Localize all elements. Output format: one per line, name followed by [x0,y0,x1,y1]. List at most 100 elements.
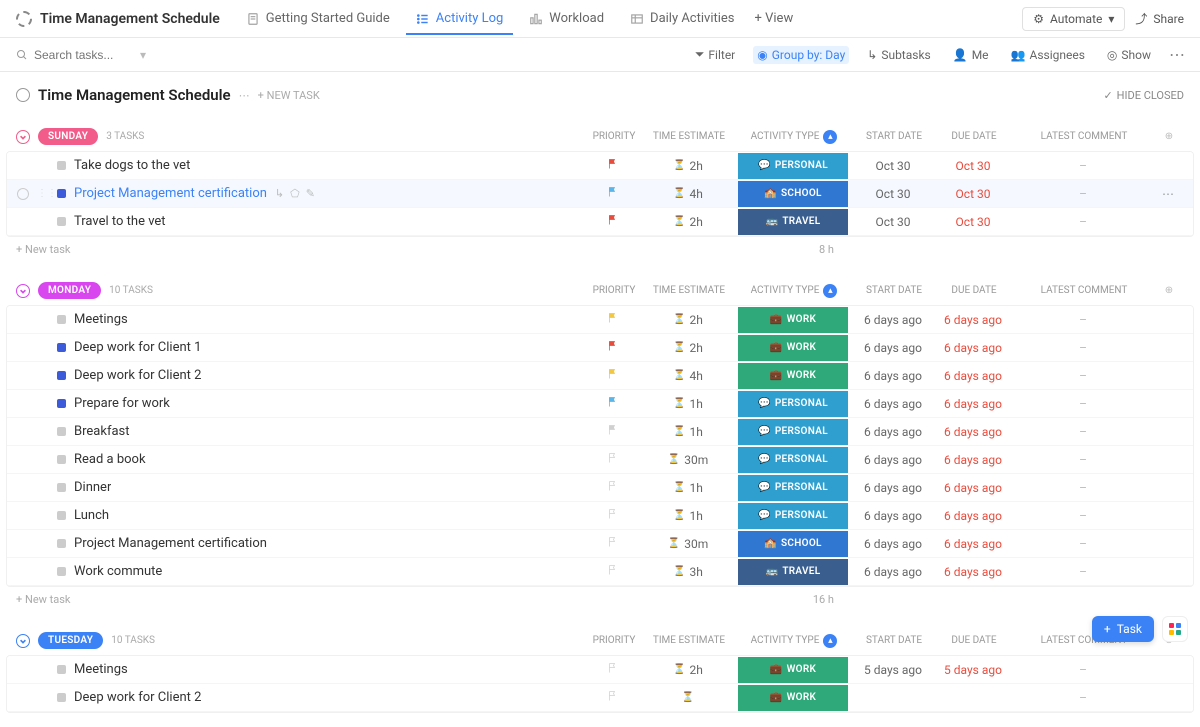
task-row[interactable]: ⋮⋮ Read a book ⏳30m 💬PERSONAL 6 days ago… [7,446,1193,474]
due-cell[interactable]: Oct 30 [933,187,1013,201]
share-button[interactable]: ⤴ Share [1135,10,1184,27]
task-name[interactable]: Travel to the vet [74,214,166,229]
comment-cell[interactable]: – [1013,159,1153,173]
type-cell[interactable]: 💼WORK [733,685,853,711]
priority-cell[interactable] [583,536,643,551]
select-checkbox[interactable] [17,188,29,200]
collapse-toggle[interactable] [16,130,30,144]
day-pill[interactable]: SUNDAY [38,128,98,145]
add-column-button[interactable]: ⊕ [1154,131,1184,142]
col-type[interactable]: ACTIVITY TYPE▴ [734,634,854,648]
task-name[interactable]: Meetings [74,662,128,677]
add-view-button[interactable]: + View [745,3,804,34]
comment-cell[interactable]: – [1013,187,1153,201]
due-cell[interactable]: 6 days ago [933,397,1013,411]
task-name[interactable]: Dinner [74,480,111,495]
comment-cell[interactable]: – [1013,691,1153,705]
assignees-button[interactable]: 👥Assignees [1007,46,1089,64]
col-due[interactable]: DUE DATE [934,635,1014,646]
time-cell[interactable]: ⏳2h [643,341,733,355]
task-name[interactable]: Deep work for Client 2 [74,368,201,383]
due-cell[interactable]: 6 days ago [933,313,1013,327]
me-button[interactable]: 👤Me [949,46,993,64]
start-cell[interactable]: 6 days ago [853,397,933,411]
col-comment[interactable]: LATEST COMMENT [1014,285,1154,296]
new-task-fab[interactable]: + Task [1092,616,1154,642]
col-comment[interactable]: LATEST COMMENT [1014,131,1154,142]
start-cell[interactable]: 6 days ago [853,313,933,327]
priority-cell[interactable] [583,564,643,579]
time-cell[interactable]: ⏳3h [643,565,733,579]
task-row[interactable]: ⋮⋮ Project Management certification ↳⬠✎ … [7,180,1193,208]
task-name[interactable]: Meetings [74,312,128,327]
time-cell[interactable]: ⏳30m [643,537,733,551]
col-start[interactable]: START DATE [854,635,934,646]
status-square[interactable] [57,217,66,226]
start-cell[interactable]: 6 days ago [853,369,933,383]
type-cell[interactable]: 💼WORK [733,307,853,333]
task-row[interactable]: ⋮⋮ Project Management certification ⏳30m… [7,530,1193,558]
task-row[interactable]: ⋮⋮ Deep work for Client 1 ⏳2h 💼WORK 6 da… [7,334,1193,362]
col-time[interactable]: TIME ESTIMATE [644,131,734,142]
comment-cell[interactable]: – [1013,215,1153,229]
edit-icon[interactable]: ✎ [306,187,315,200]
task-row[interactable]: ⋮⋮ Take dogs to the vet ⏳2h 💬PERSONAL Oc… [7,152,1193,180]
task-name[interactable]: Breakfast [74,424,130,439]
filter-button[interactable]: ⏷Filter [691,45,739,64]
col-time[interactable]: TIME ESTIMATE [644,285,734,296]
add-column-button[interactable]: ⊕ [1154,285,1184,296]
due-cell[interactable]: 6 days ago [933,453,1013,467]
due-cell[interactable]: 5 days ago [933,663,1013,677]
time-cell[interactable]: ⏳2h [643,313,733,327]
task-row[interactable]: ⋮⋮ Dinner ⏳1h 💬PERSONAL 6 days ago 6 day… [7,474,1193,502]
show-button[interactable]: ◎Show [1103,46,1155,64]
status-square[interactable] [57,511,66,520]
status-square[interactable] [57,693,66,702]
view-tab-workload[interactable]: Workload [519,3,614,34]
start-cell[interactable]: 6 days ago [853,509,933,523]
task-row[interactable]: ⋮⋮ Travel to the vet ⏳2h 🚌TRAVEL Oct 30 … [7,208,1193,236]
automate-button[interactable]: ⚙ Automate ▾ [1022,7,1125,31]
due-cell[interactable]: 6 days ago [933,425,1013,439]
time-cell[interactable]: ⏳1h [643,509,733,523]
priority-cell[interactable] [583,480,643,495]
search-input[interactable] [34,48,134,62]
type-cell[interactable]: 💬PERSONAL [733,153,853,179]
time-cell[interactable]: ⏳ [643,692,733,703]
due-cell[interactable]: 6 days ago [933,369,1013,383]
task-name[interactable]: Deep work for Client 2 [74,690,201,705]
start-cell[interactable]: 6 days ago [853,425,933,439]
col-start[interactable]: START DATE [854,131,934,142]
status-square[interactable] [57,189,66,198]
col-start[interactable]: START DATE [854,285,934,296]
group-by-button[interactable]: ◉Group by: Day [753,46,849,64]
start-cell[interactable]: 6 days ago [853,537,933,551]
app-title-group[interactable]: Time Management Schedule [16,11,220,27]
comment-cell[interactable]: – [1013,565,1153,579]
priority-cell[interactable] [583,158,643,173]
day-pill[interactable]: TUESDAY [38,632,103,649]
chevron-down-icon[interactable]: ▾ [140,48,146,62]
comment-cell[interactable]: – [1013,453,1153,467]
col-type[interactable]: ACTIVITY TYPE▴ [734,130,854,144]
status-square[interactable] [57,539,66,548]
task-row[interactable]: ⋮⋮ Deep work for Client 2 ⏳ 💼WORK – ⋯ [7,684,1193,712]
time-cell[interactable]: ⏳1h [643,425,733,439]
due-cell[interactable]: Oct 30 [933,159,1013,173]
status-square[interactable] [57,315,66,324]
type-cell[interactable]: 💬PERSONAL [733,503,853,529]
new-task-row[interactable]: + New task [16,243,70,256]
priority-cell[interactable] [583,508,643,523]
more-menu-button[interactable]: ⋯ [1169,45,1184,64]
task-name[interactable]: Read a book [74,452,146,467]
type-cell[interactable]: 💼WORK [733,363,853,389]
tag-icon[interactable]: ⬠ [290,187,300,200]
task-row[interactable]: ⋮⋮ Prepare for work ⏳1h 💬PERSONAL 6 days… [7,390,1193,418]
priority-cell[interactable] [583,396,643,411]
collapse-toggle[interactable] [16,634,30,648]
start-cell[interactable]: 5 days ago [853,663,933,677]
task-name[interactable]: Take dogs to the vet [74,158,190,173]
priority-cell[interactable] [583,368,643,383]
priority-cell[interactable] [583,186,643,201]
task-row[interactable]: ⋮⋮ Work commute ⏳3h 🚌TRAVEL 6 days ago 6… [7,558,1193,586]
